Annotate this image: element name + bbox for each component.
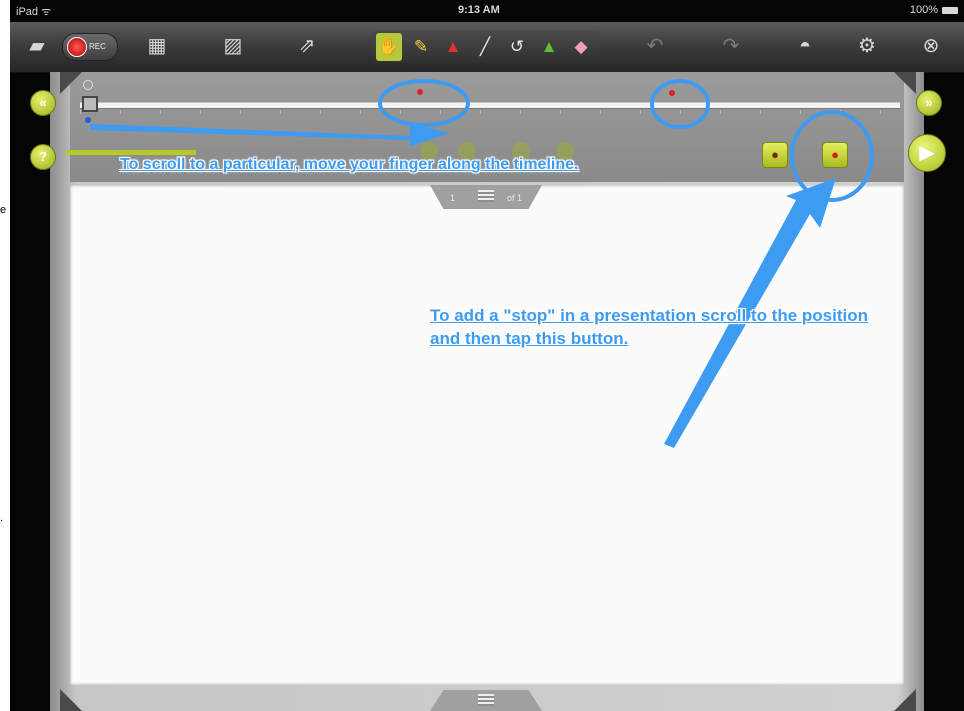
highlight-circle [650, 79, 710, 129]
stop-tip-annotation: To add a "stop" in a presentation scroll… [430, 306, 868, 348]
annotation-overlay [90, 79, 874, 448]
page-edge-text: e [0, 204, 7, 216]
ipad-screen: iPad ᯤ 9:13 AM 100% ▰ REC ▦ ▨ ⇗ ✋ ✎ ▲ ╱ … [10, 0, 964, 711]
highlight-circle [378, 79, 470, 127]
scroll-tip-annotation: To scroll to a particular, move your fin… [120, 156, 579, 173]
arrow-right [90, 124, 450, 146]
page-edge-text: . [0, 512, 4, 524]
